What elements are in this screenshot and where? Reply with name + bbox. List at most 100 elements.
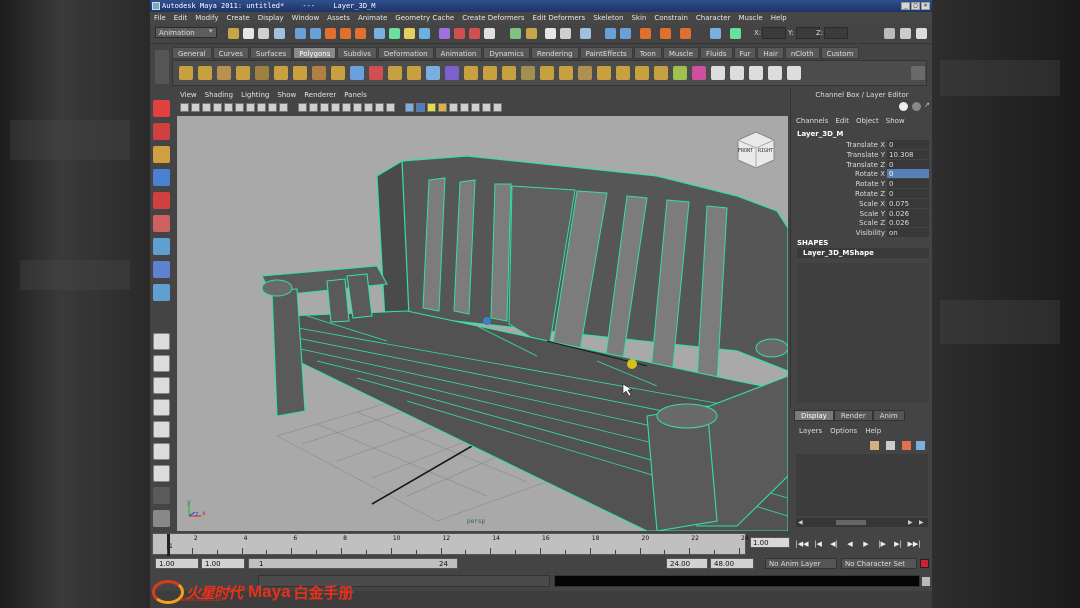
layer-scrollbar[interactable]: ◀ ▶ ▶ (796, 518, 928, 527)
status-tool-icon[interactable] (484, 28, 495, 39)
viewport-tool-icon[interactable] (246, 103, 255, 112)
shelf-tool-icon[interactable] (502, 66, 516, 80)
viewport-menu-show[interactable]: Show (273, 91, 300, 99)
layout-icon[interactable] (899, 102, 908, 111)
shelf-tool-icon[interactable] (426, 66, 440, 80)
layer-menu-layers[interactable]: Layers (799, 427, 822, 435)
status-tool-icon[interactable] (404, 28, 415, 39)
attribute-editor-icon[interactable] (884, 28, 895, 39)
shelf-tool-icon[interactable] (331, 66, 345, 80)
attribute-value-field[interactable]: 0.026 (887, 218, 929, 228)
channel-attribute-row[interactable]: Scale Z 0.026 (791, 218, 929, 228)
channel-menu-object[interactable]: Object (856, 117, 879, 125)
viewport-tool-icon[interactable] (364, 103, 373, 112)
status-tool-icon[interactable] (660, 28, 671, 39)
new-layer-icon[interactable] (870, 441, 879, 450)
display-icon[interactable] (912, 102, 921, 111)
shelf-tab-deformation[interactable]: Deformation (377, 47, 434, 59)
time-slider[interactable]: 1 2 4 6 8 10 12 14 16 18 20 22 24 (152, 533, 749, 556)
viewport-tool-icon[interactable] (386, 103, 395, 112)
shelf-tool-icon[interactable] (255, 66, 269, 80)
viewport-menu-lighting[interactable]: Lighting (237, 91, 273, 99)
status-tool-icon[interactable] (439, 28, 450, 39)
status-tool-icon[interactable] (545, 28, 556, 39)
menu-create-deformers[interactable]: Create Deformers (458, 12, 528, 24)
tool-settings-icon[interactable] (900, 28, 911, 39)
layout-preset-icon[interactable] (153, 421, 170, 438)
x-field[interactable] (762, 27, 786, 39)
viewport-tool-icon[interactable] (405, 103, 414, 112)
shelf-tool-icon[interactable] (654, 66, 668, 80)
shelf-tool-icon[interactable] (635, 66, 649, 80)
shelf-tool-icon[interactable] (692, 66, 706, 80)
toolbox-tool-icon[interactable] (153, 238, 170, 255)
viewport-menu-panels[interactable]: Panels (340, 91, 371, 99)
scroll-thumb[interactable] (836, 520, 866, 525)
attribute-value-field[interactable]: on (887, 228, 929, 238)
menu-display[interactable]: Display (254, 12, 288, 24)
viewport-tool-icon[interactable] (449, 103, 458, 112)
menu-help[interactable]: Help (767, 12, 791, 24)
anim-layer-dropdown[interactable]: No Anim Layer (765, 558, 837, 569)
status-tool-icon[interactable] (325, 28, 336, 39)
status-tool-icon[interactable] (620, 28, 631, 39)
playback-button[interactable]: ▶▶| (906, 538, 922, 550)
status-tool-icon[interactable] (274, 28, 285, 39)
view-cube[interactable]: FRONT RIGHT (734, 128, 776, 170)
shelf-tool-icon[interactable] (312, 66, 326, 80)
status-tool-icon[interactable] (730, 28, 741, 39)
menu-modify[interactable]: Modify (191, 12, 222, 24)
attribute-value-field[interactable]: 0 (887, 140, 929, 149)
toolbox-more-icon[interactable] (153, 487, 170, 504)
viewport-tool-icon[interactable] (257, 103, 266, 112)
attribute-value-field[interactable]: 10.308 (887, 149, 929, 159)
shelf-tab-curves[interactable]: Curves (212, 47, 249, 59)
scroll-end-icon[interactable]: ▶ (919, 519, 924, 526)
viewport-tool-icon[interactable] (279, 103, 288, 112)
shelf-tool-icon[interactable] (616, 66, 630, 80)
playback-button[interactable]: ◀| (826, 538, 842, 550)
playback-button[interactable]: |▶ (874, 538, 890, 550)
shelf-tool-icon[interactable] (730, 66, 744, 80)
create-layer-from-selected-icon[interactable] (916, 441, 925, 450)
menu-edit-deformers[interactable]: Edit Deformers (529, 12, 590, 24)
menu-skin[interactable]: Skin (627, 12, 650, 24)
playback-start-field[interactable]: 1.00 (201, 558, 245, 569)
shelf-tab-animation[interactable]: Animation (434, 47, 483, 59)
shelf-tool-icon[interactable] (198, 66, 212, 80)
viewport-tool-icon[interactable] (213, 103, 222, 112)
shelf-tab-hair[interactable]: Hair (757, 47, 784, 59)
channel-attribute-row[interactable]: Translate Z0 (791, 159, 929, 170)
shelf-tool-icon[interactable] (274, 66, 288, 80)
toolbox-tool-icon[interactable] (153, 284, 170, 301)
end-time-field[interactable]: 48.00 (710, 558, 754, 569)
shelf-options-icon[interactable] (911, 66, 925, 80)
shelf-tool-icon[interactable] (407, 66, 421, 80)
status-tool-icon[interactable] (469, 28, 480, 39)
channel-attribute-row[interactable]: Rotate Y0 (791, 179, 929, 189)
layer-menu-help[interactable]: Help (865, 427, 881, 435)
shelf-tool-icon[interactable] (217, 66, 231, 80)
shelf-tab-rendering[interactable]: Rendering (530, 47, 579, 59)
shelf-tab-ncloth[interactable]: nCloth (784, 47, 820, 59)
shelf-tool-icon[interactable] (559, 66, 573, 80)
menu-file[interactable]: File (150, 12, 170, 24)
toolbox-tool-icon[interactable] (153, 215, 170, 232)
shelf-tool-icon[interactable] (673, 66, 687, 80)
viewport-tool-icon[interactable] (438, 103, 447, 112)
status-tool-icon[interactable] (374, 28, 385, 39)
range-slider[interactable]: 1 24 (248, 558, 458, 569)
channel-menu-channels[interactable]: Channels (796, 117, 828, 125)
current-frame-field[interactable]: 1.00 (750, 537, 790, 548)
shelf-tool-icon[interactable] (768, 66, 782, 80)
viewport-tool-icon[interactable] (224, 103, 233, 112)
status-tool-icon[interactable] (710, 28, 721, 39)
menu-character[interactable]: Character (692, 12, 735, 24)
shelf-tab-dynamics[interactable]: Dynamics (483, 47, 530, 59)
playback-button[interactable]: ▶| (890, 538, 906, 550)
close-button[interactable]: × (921, 2, 930, 10)
layout-preset-icon[interactable] (153, 377, 170, 394)
viewport-tool-icon[interactable] (342, 103, 351, 112)
viewport-tool-icon[interactable] (309, 103, 318, 112)
menu-set-dropdown[interactable]: Animation (155, 27, 217, 38)
